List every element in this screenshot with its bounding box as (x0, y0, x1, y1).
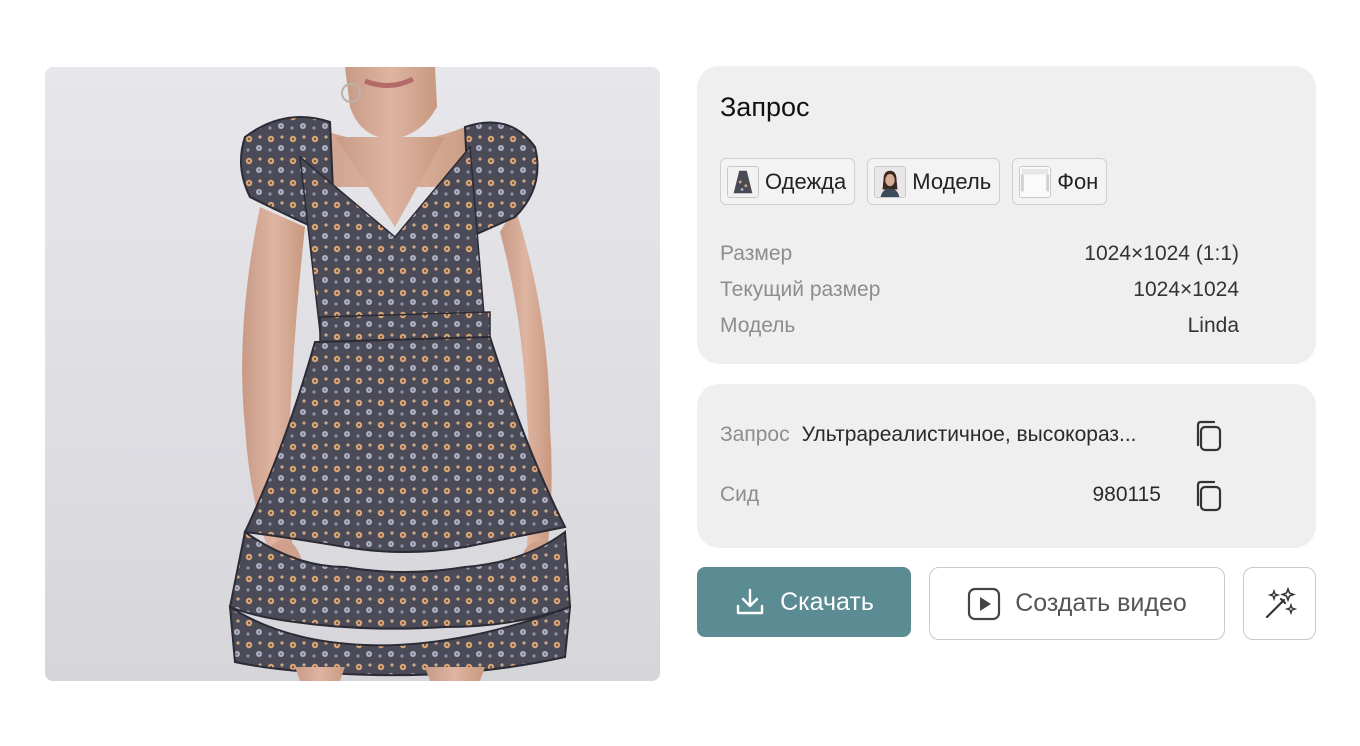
row-key: Текущий размер (720, 278, 881, 301)
dress-photo-icon (228, 67, 572, 681)
seed-label: Сид (720, 483, 760, 506)
prompt-seed-card: Запрос Ультрареалистичное, высокораз... … (697, 384, 1316, 548)
info-row-size: Размер 1024×1024 (1:1) (720, 242, 1239, 266)
model-thumb-icon (874, 165, 907, 198)
row-key: Модель (720, 314, 796, 337)
copy-prompt-button[interactable] (1194, 419, 1224, 453)
magic-wand-icon (1265, 586, 1297, 618)
create-video-button[interactable]: Создать видео (929, 567, 1225, 640)
chip-background[interactable]: Фон (1012, 158, 1108, 205)
chip-clothing[interactable]: Одежда (720, 158, 856, 205)
download-label: Скачать (780, 587, 874, 616)
generated-image[interactable] (45, 67, 660, 681)
play-icon (968, 587, 1001, 620)
copy-icon (1196, 480, 1222, 512)
prompt-label: Запрос (720, 423, 790, 446)
chip-label: Модель (912, 168, 992, 194)
chip-model[interactable]: Модель (867, 158, 1001, 205)
info-row-current-size: Текущий размер 1024×1024 (720, 278, 1239, 302)
copy-icon (1196, 420, 1222, 452)
background-thumb-icon (1019, 165, 1052, 198)
create-video-label: Создать видео (1015, 589, 1187, 617)
card-title: Запрос (720, 92, 810, 122)
copy-seed-button[interactable] (1194, 479, 1224, 513)
download-icon (736, 588, 764, 615)
seed-value: 980115 (1092, 483, 1161, 506)
info-row-model: Модель Linda (720, 314, 1239, 338)
dress-thumb-icon (727, 165, 759, 198)
input-chips: Одежда Модель Фон (720, 158, 1108, 205)
row-value: 1024×1024 (1133, 278, 1239, 301)
download-button[interactable]: Скачать (697, 567, 911, 637)
chip-label: Одежда (765, 168, 847, 194)
magic-edit-button[interactable] (1243, 567, 1316, 640)
row-value: 1024×1024 (1:1) (1084, 242, 1239, 265)
request-info-card: Запрос Одежда Модель Фон Размер 1024×102… (697, 66, 1316, 364)
prompt-row: Запрос Ультрареалистичное, высокораз... (720, 423, 1137, 447)
row-key: Размер (720, 242, 793, 265)
seed-row: Сид 980115 (720, 483, 1161, 507)
prompt-value: Ультрареалистичное, высокораз... (801, 423, 1137, 446)
row-value: Linda (1187, 314, 1239, 337)
chip-label: Фон (1057, 168, 1099, 194)
